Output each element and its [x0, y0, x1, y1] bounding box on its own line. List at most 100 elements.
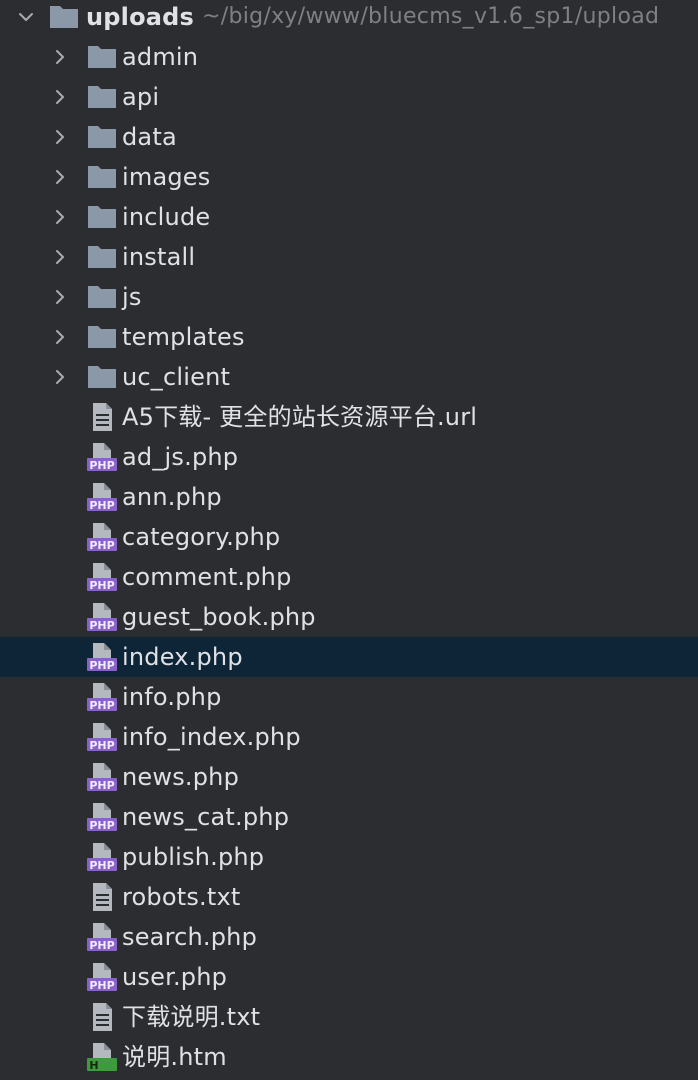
- tree-file-item[interactable]: PHP search.php: [0, 917, 698, 957]
- root-folder-path: ~/big/xy/www/bluecms_v1.6_sp1/upload: [202, 4, 660, 29]
- tree-folder-uc-client[interactable]: uc_client: [0, 357, 698, 397]
- php-file-icon: PHP: [86, 921, 118, 953]
- chevron-right-icon[interactable]: [40, 117, 80, 157]
- svg-text:PHP: PHP: [89, 779, 114, 792]
- text-file-icon: [86, 1001, 118, 1033]
- folder-name: api: [122, 83, 160, 111]
- file-name: 下载说明.txt: [122, 1003, 261, 1031]
- tree-file-item[interactable]: PHP guest_book.php: [0, 597, 698, 637]
- php-file-icon: PHP: [86, 601, 118, 633]
- svg-text:PHP: PHP: [89, 539, 114, 552]
- tree-folder-api[interactable]: api: [0, 77, 698, 117]
- folder-icon: [86, 81, 118, 113]
- folder-name: install: [122, 243, 196, 271]
- tree-file-item[interactable]: PHP publish.php: [0, 837, 698, 877]
- php-file-icon: PHP: [86, 561, 118, 593]
- file-name: index.php: [122, 643, 243, 671]
- chevron-right-icon[interactable]: [40, 317, 80, 357]
- chevron-right-icon[interactable]: [40, 277, 80, 317]
- chevron-right-icon[interactable]: [40, 237, 80, 277]
- file-name: search.php: [122, 923, 258, 951]
- tree-file-item[interactable]: PHP category.php: [0, 517, 698, 557]
- text-file-icon: [86, 401, 118, 433]
- folder-icon: [86, 321, 118, 353]
- tree-folder-include[interactable]: include: [0, 197, 698, 237]
- folder-name: uc_client: [122, 363, 231, 391]
- php-file-icon: PHP: [86, 961, 118, 993]
- folder-icon: [48, 1, 80, 33]
- tree-file-item[interactable]: PHP news.php: [0, 757, 698, 797]
- tree-folder-js[interactable]: js: [0, 277, 698, 317]
- tree-folder-data[interactable]: data: [0, 117, 698, 157]
- file-name: A5下载- 更全的站长资源平台.url: [122, 403, 478, 431]
- tree-folder-admin[interactable]: admin: [0, 37, 698, 77]
- tree-file-item[interactable]: PHP comment.php: [0, 557, 698, 597]
- php-file-icon: PHP: [86, 441, 118, 473]
- tree-folder-images[interactable]: images: [0, 157, 698, 197]
- svg-text:PHP: PHP: [89, 739, 114, 752]
- folder-name: data: [122, 123, 177, 151]
- svg-text:PHP: PHP: [89, 699, 114, 712]
- file-name: news.php: [122, 763, 240, 791]
- file-name: 说明.htm: [122, 1043, 227, 1071]
- folder-icon: [86, 361, 118, 393]
- folder-name: admin: [122, 43, 199, 71]
- folder-icon: [86, 41, 118, 73]
- folder-icon: [86, 281, 118, 313]
- php-file-icon: PHP: [86, 761, 118, 793]
- folder-name: include: [122, 203, 211, 231]
- folder-icon: [86, 161, 118, 193]
- folder-icon: [86, 121, 118, 153]
- tree-file-item[interactable]: PHP user.php: [0, 957, 698, 997]
- file-name: robots.txt: [122, 883, 241, 911]
- chevron-right-icon[interactable]: [40, 357, 80, 397]
- file-name: category.php: [122, 523, 281, 551]
- tree-file-item[interactable]: PHP news_cat.php: [0, 797, 698, 837]
- svg-text:PHP: PHP: [89, 459, 114, 472]
- chevron-right-icon[interactable]: [40, 77, 80, 117]
- file-name: guest_book.php: [122, 603, 316, 631]
- tree-file-item[interactable]: 下载说明.txt: [0, 997, 698, 1037]
- chevron-right-icon[interactable]: [40, 37, 80, 77]
- svg-text:PHP: PHP: [89, 579, 114, 592]
- chevron-down-icon[interactable]: [6, 0, 46, 37]
- php-file-icon: PHP: [86, 681, 118, 713]
- tree-folder-install[interactable]: install: [0, 237, 698, 277]
- svg-text:H: H: [89, 1059, 98, 1072]
- file-name: user.php: [122, 963, 228, 991]
- tree-folder-templates[interactable]: templates: [0, 317, 698, 357]
- tree-root-uploads[interactable]: uploads ~/big/xy/www/bluecms_v1.6_sp1/up…: [0, 0, 698, 37]
- file-name: ann.php: [122, 483, 222, 511]
- php-file-icon: PHP: [86, 641, 118, 673]
- tree-file-item[interactable]: PHP info_index.php: [0, 717, 698, 757]
- php-file-icon: PHP: [86, 841, 118, 873]
- folder-icon: [86, 241, 118, 273]
- file-name: info_index.php: [122, 723, 301, 751]
- php-file-icon: PHP: [86, 481, 118, 513]
- tree-file-item[interactable]: A5下载- 更全的站长资源平台.url: [0, 397, 698, 437]
- folder-name: templates: [122, 323, 245, 351]
- tree-file-item[interactable]: PHP ad_js.php: [0, 437, 698, 477]
- tree-file-item[interactable]: robots.txt: [0, 877, 698, 917]
- file-name: publish.php: [122, 843, 265, 871]
- folder-name: js: [122, 283, 142, 311]
- chevron-right-icon[interactable]: [40, 197, 80, 237]
- file-name: info.php: [122, 683, 222, 711]
- tree-file-item-selected[interactable]: PHP index.php: [0, 637, 698, 677]
- php-file-icon: PHP: [86, 521, 118, 553]
- svg-text:PHP: PHP: [89, 939, 114, 952]
- svg-text:PHP: PHP: [89, 659, 114, 672]
- php-file-icon: PHP: [86, 801, 118, 833]
- tree-file-item[interactable]: PHP ann.php: [0, 477, 698, 517]
- chevron-right-icon[interactable]: [40, 157, 80, 197]
- tree-file-item[interactable]: PHP info.php: [0, 677, 698, 717]
- svg-text:PHP: PHP: [89, 619, 114, 632]
- folder-icon: [86, 201, 118, 233]
- svg-text:PHP: PHP: [89, 979, 114, 992]
- html-file-icon: H: [86, 1041, 118, 1073]
- svg-text:PHP: PHP: [89, 859, 114, 872]
- file-name: news_cat.php: [122, 803, 290, 831]
- project-tree[interactable]: uploads ~/big/xy/www/bluecms_v1.6_sp1/up…: [0, 0, 698, 1080]
- tree-file-item[interactable]: H 说明.htm: [0, 1037, 698, 1077]
- svg-text:PHP: PHP: [89, 819, 114, 832]
